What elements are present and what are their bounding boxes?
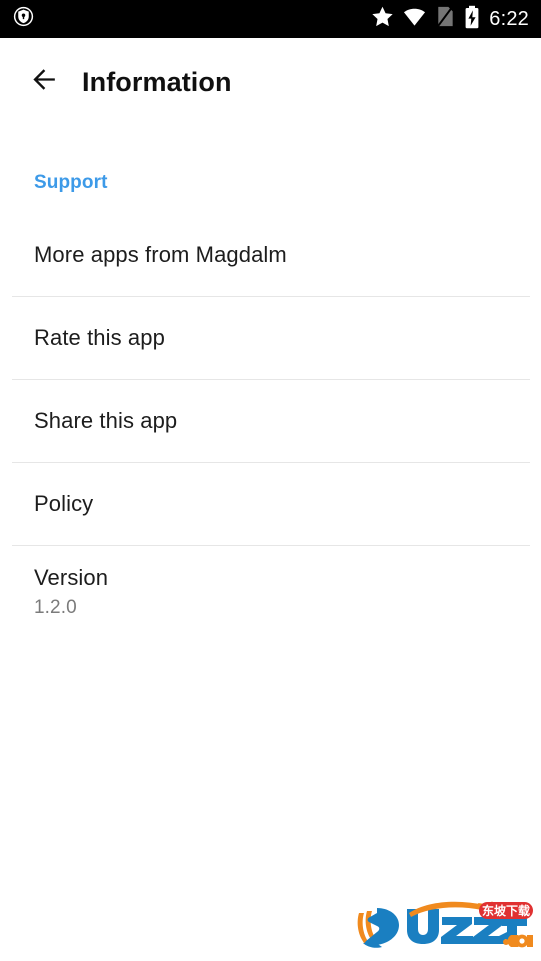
back-button[interactable] — [16, 54, 72, 110]
support-list: More apps from Magdalm Rate this app Sha… — [0, 214, 541, 638]
arrow-left-icon — [29, 64, 60, 100]
star-icon — [371, 5, 394, 33]
status-bar-clock: 6:22 — [489, 7, 529, 30]
list-item-share-app[interactable]: Share this app — [0, 380, 541, 462]
app-bar: Information — [0, 38, 541, 126]
shield-notification-icon — [13, 6, 34, 32]
status-bar-left-icons — [0, 6, 34, 32]
wifi-icon — [403, 5, 426, 33]
list-item-label: Version — [34, 565, 109, 590]
list-item-label: Policy — [34, 491, 94, 516]
page-title: Information — [82, 66, 232, 97]
list-item-policy[interactable]: Policy — [0, 463, 541, 545]
settings-content: Support More apps from Magdalm Rate this… — [0, 126, 541, 961]
phone-screen: 6:22 Information Support More apps from … — [0, 0, 541, 961]
list-item-label: Rate this app — [34, 325, 165, 350]
list-item-more-apps[interactable]: More apps from Magdalm — [0, 214, 541, 296]
status-bar-right-icons: 6:22 — [371, 5, 541, 34]
watermark-badge: 东坡下载 — [479, 902, 533, 919]
sim-card-missing-icon — [435, 5, 455, 33]
list-item-label: Share this app — [34, 408, 178, 433]
section-header-support: Support — [34, 172, 108, 193]
list-item-version[interactable]: Version 1.2.0 — [0, 546, 541, 638]
uzzf-watermark-logo: 东坡下载 — [353, 899, 535, 955]
watermark-swoosh — [357, 908, 399, 948]
watermark-badge-text: 东坡下载 — [482, 903, 530, 918]
status-bar: 6:22 — [0, 0, 541, 38]
list-item-label: More apps from Magdalm — [34, 242, 287, 267]
version-value: 1.2.0 — [34, 597, 77, 618]
battery-charging-icon — [464, 5, 480, 34]
list-item-rate-app[interactable]: Rate this app — [0, 297, 541, 379]
